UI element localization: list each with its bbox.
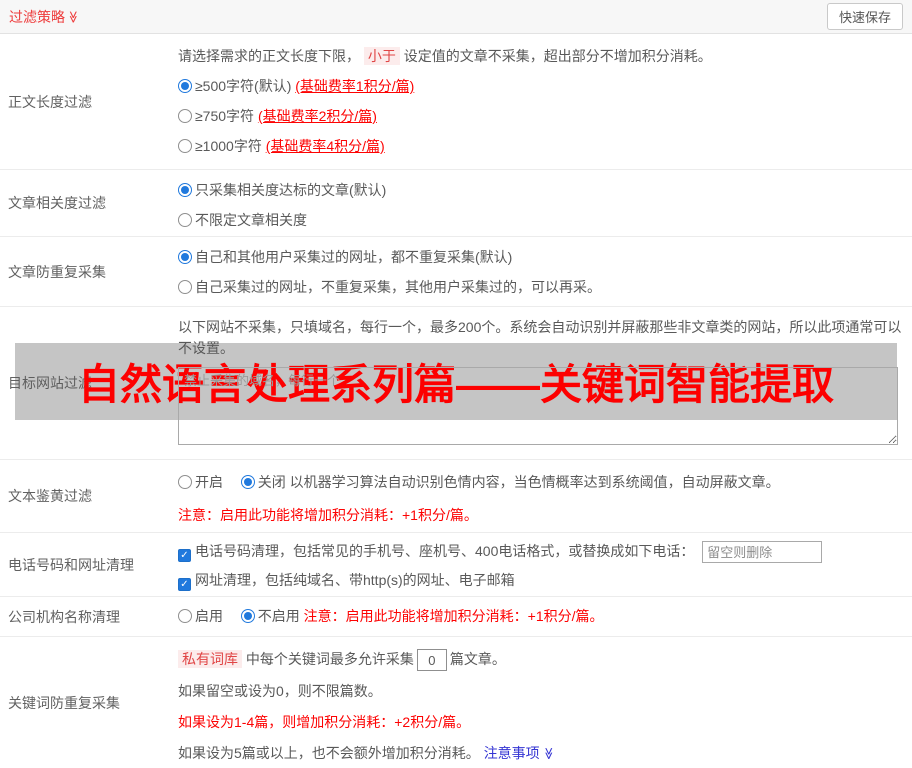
radio-porn-off-icon[interactable] <box>240 475 255 489</box>
radio-company-off-icon[interactable] <box>240 609 255 623</box>
checkbox-url-clean-icon[interactable]: ✓ <box>178 578 191 592</box>
radio-relevance-only-icon[interactable] <box>178 183 192 197</box>
radio-option-porn-on[interactable]: 开启 <box>178 474 223 490</box>
settings-row-length-filter: 正文长度过滤 请选择需求的正文长度下限， 小于 设定值的文章不采集，超出部分不增… <box>0 34 912 170</box>
radio-porn-on-icon[interactable] <box>178 475 192 489</box>
radio-min500-icon[interactable] <box>178 79 192 93</box>
porn-filter-cost-note: 注意：启用此功能将增加积分消耗：+1积分/篇。 <box>178 507 478 523</box>
keyword-dedup-line4: 如果设为5篇或以上，也不会额外增加积分消耗。 <box>178 745 480 762</box>
settings-row-keyword-dedup: 关键词防重复采集 私有词库 中每个关键词最多允许采集篇文章。 如果留空或设为0，… <box>0 637 912 768</box>
radio-relevance-any-icon[interactable] <box>178 213 192 227</box>
max-articles-per-keyword-input[interactable] <box>416 649 447 672</box>
check-icon: ✓ <box>180 550 189 561</box>
radio-option-min500[interactable]: ≥500字符(默认) (基础费率1积分/篇) <box>178 76 906 97</box>
highlight-less-than: 小于 <box>363 47 400 65</box>
chevron-down-icon: ≫ <box>66 10 81 23</box>
porn-filter-desc: 以机器学习算法自动识别色情内容，当色情概率达到系统阈值，自动屏蔽文章。 <box>289 474 780 490</box>
radio-option-dedup-self-only[interactable]: 自己采集过的网址，不重复采集，其他用户采集过的，可以再采。 <box>178 277 906 298</box>
radio-company-on-icon[interactable] <box>178 609 192 623</box>
replace-phone-input[interactable] <box>702 541 823 564</box>
radio-option-company-on[interactable]: 启用 <box>178 608 223 624</box>
row-label: 电话号码和网址清理 <box>8 556 134 573</box>
keyword-dedup-line2: 如果留空或设为0，则不限篇数。 <box>178 683 382 700</box>
radio-option-company-off[interactable]: 不启用 <box>240 608 300 624</box>
notes-link[interactable]: 注意事项 ≫ <box>484 745 556 761</box>
section-title-filter-strategy[interactable]: 过滤策略≫ <box>9 7 80 27</box>
keyword-dedup-cost-note: 如果设为1-4篇，则增加积分消耗：+2积分/篇。 <box>178 714 471 731</box>
radio-min750-icon[interactable] <box>178 109 192 123</box>
settings-row-porn-filter: 文本鉴黄过滤 开启 关闭 以机器学习算法自动识别色情内容，当色情概率达到系统阈值… <box>0 460 912 533</box>
row-label: 文本鉴黄过滤 <box>8 488 92 504</box>
row-label: 公司机构名称清理 <box>8 608 120 625</box>
cost-note-min750: (基础费率2积分/篇) <box>257 108 377 124</box>
header-bar: 过滤策略≫ 快速保存 <box>0 0 912 34</box>
cost-note-min1000: (基础费率4积分/篇) <box>265 138 385 154</box>
radio-option-dedup-all-users[interactable]: 自己和其他用户采集过的网址，都不重复采集(默认) <box>178 247 906 268</box>
radio-option-porn-off[interactable]: 关闭 <box>240 474 286 490</box>
cost-note-min500: (基础费率1积分/篇) <box>295 78 415 94</box>
company-clean-cost-note: 注意：启用此功能将增加积分消耗：+1积分/篇。 <box>303 608 604 624</box>
radio-option-relevance-only[interactable]: 只采集相关度达标的文章(默认) <box>178 180 906 201</box>
checkbox-phone-clean-icon[interactable]: ✓ <box>178 549 191 562</box>
radio-option-relevance-any[interactable]: 不限定文章相关度 <box>178 210 906 231</box>
radio-dedup-self-only-icon[interactable] <box>178 280 192 294</box>
settings-row-dedup-collect: 文章防重复采集 自己和其他用户采集过的网址，都不重复采集(默认) 自己采集过的网… <box>0 237 912 307</box>
check-icon: ✓ <box>180 579 189 591</box>
row-label: 文章相关度过滤 <box>8 195 106 211</box>
radio-min1000-icon[interactable] <box>178 139 192 153</box>
radio-option-min750[interactable]: ≥750字符 (基础费率2积分/篇) <box>178 106 906 127</box>
settings-row-phone-url-clean: 电话号码和网址清理 ✓ 电话号码清理，包括常见的手机号、座机号、400电话格式，或… <box>0 533 912 597</box>
radio-option-min1000[interactable]: ≥1000字符 (基础费率4积分/篇) <box>178 136 906 157</box>
settings-row-relevance-filter: 文章相关度过滤 只采集相关度达标的文章(默认) 不限定文章相关度 <box>0 170 912 237</box>
blocked-sites-textarea[interactable] <box>178 367 898 445</box>
row-label: 正文长度过滤 <box>8 93 92 110</box>
chevron-down-icon: ≫ <box>541 747 556 761</box>
quick-save-button[interactable]: 快速保存 <box>826 3 903 30</box>
length-filter-intro: 请选择需求的正文长度下限， 小于 设定值的文章不采集，超出部分不增加积分消耗。 <box>178 47 712 65</box>
row-label: 文章防重复采集 <box>8 263 106 280</box>
row-label: 关键词防重复采集 <box>8 694 120 711</box>
checkbox-option-url-clean[interactable]: ✓ 网址清理，包括纯域名、带http(s)的网址、电子邮箱 <box>178 570 906 592</box>
section-title-text: 过滤策略 <box>9 8 65 25</box>
settings-row-company-clean: 公司机构名称清理 启用 不启用 注意：启用此功能将增加积分消耗：+1积分/篇。 <box>0 597 912 637</box>
private-lexicon-link[interactable]: 私有词库 <box>178 650 242 668</box>
radio-dedup-all-users-icon[interactable] <box>178 250 192 264</box>
checkbox-option-phone-clean[interactable]: ✓ 电话号码清理，包括常见的手机号、座机号、400电话格式，或替换成如下电话： <box>178 543 698 562</box>
